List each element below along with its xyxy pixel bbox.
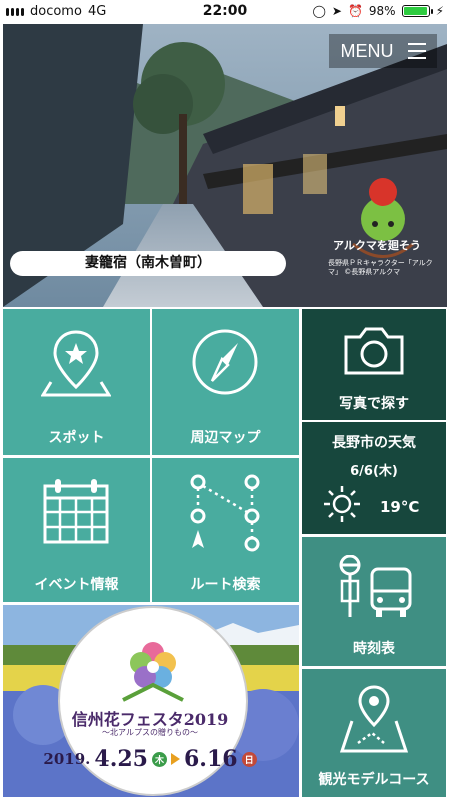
route-label: ルート検索	[190, 577, 261, 593]
calendar-icon	[43, 479, 109, 544]
end-day-badge: 日	[241, 751, 257, 767]
hero-caption: 妻籠宿（南木曽町）	[10, 251, 286, 276]
timetable-tile[interactable]: 時刻表	[302, 537, 446, 666]
timetable-label: 時刻表	[353, 641, 395, 657]
mascot-credit: 長野県ＰＲキャラクター「アルクマ」 ©長野県アルクマ	[328, 259, 433, 276]
weather-tile[interactable]: 長野市の天気 6/6(木) 19°C	[302, 422, 446, 534]
sun-icon	[324, 486, 360, 522]
spot-label: スポット	[48, 430, 105, 446]
start-day-badge: 木	[151, 751, 167, 767]
event-tile[interactable]: イベント情報	[3, 458, 150, 602]
location-arrow-icon: ➤	[331, 4, 342, 18]
battery-percent: 98%	[368, 4, 396, 18]
camera-icon	[344, 327, 404, 375]
mascot-spin-link[interactable]: アルクマを廻そう	[333, 237, 421, 253]
map-location-icon	[339, 685, 409, 753]
route-tile[interactable]: ルート検索	[152, 458, 299, 602]
map-label: 周辺マップ	[190, 430, 261, 446]
map-tile[interactable]: 周辺マップ	[152, 309, 299, 455]
arrow-right-icon	[170, 753, 180, 765]
photo-search-label: 写真で探す	[339, 396, 409, 412]
spot-tile[interactable]: スポット	[3, 309, 150, 455]
battery-icon	[401, 5, 433, 17]
map-pin-star-icon	[41, 330, 111, 397]
event-label: イベント情報	[34, 577, 119, 593]
festival-dates: 2019. 4.25 木 6.16 日	[30, 742, 270, 776]
weather-date: 6/6(木)	[350, 464, 398, 479]
status-bar: docomo 4G 22:00 ◯ ➤ ⏰ 98% ⚡	[0, 0, 450, 24]
route-path-icon	[190, 474, 260, 552]
festival-year: 2019.	[43, 750, 91, 768]
model-course-tile[interactable]: 観光モデルコース	[302, 669, 446, 797]
weather-temperature: 19°C	[380, 498, 420, 516]
weather-title: 長野市の天気	[332, 435, 416, 451]
hamburger-icon	[407, 43, 426, 59]
festival-start-date: 4.25	[94, 746, 148, 772]
menu-button[interactable]: MENU	[329, 34, 437, 68]
bus-stop-icon	[339, 555, 412, 617]
model-course-label: 観光モデルコース	[318, 772, 430, 788]
alarm-icon: ⏰	[347, 4, 363, 18]
compass-icon	[192, 329, 258, 395]
charging-icon: ⚡	[435, 4, 444, 18]
menu-label: MENU	[340, 40, 394, 61]
festival-subtitle: 〜北アルプスの贈りもの〜	[102, 728, 198, 737]
orientation-lock-icon: ◯	[312, 4, 326, 18]
festival-end-date: 6.16	[183, 746, 238, 772]
photo-search-tile[interactable]: 写真で探す	[302, 309, 446, 420]
